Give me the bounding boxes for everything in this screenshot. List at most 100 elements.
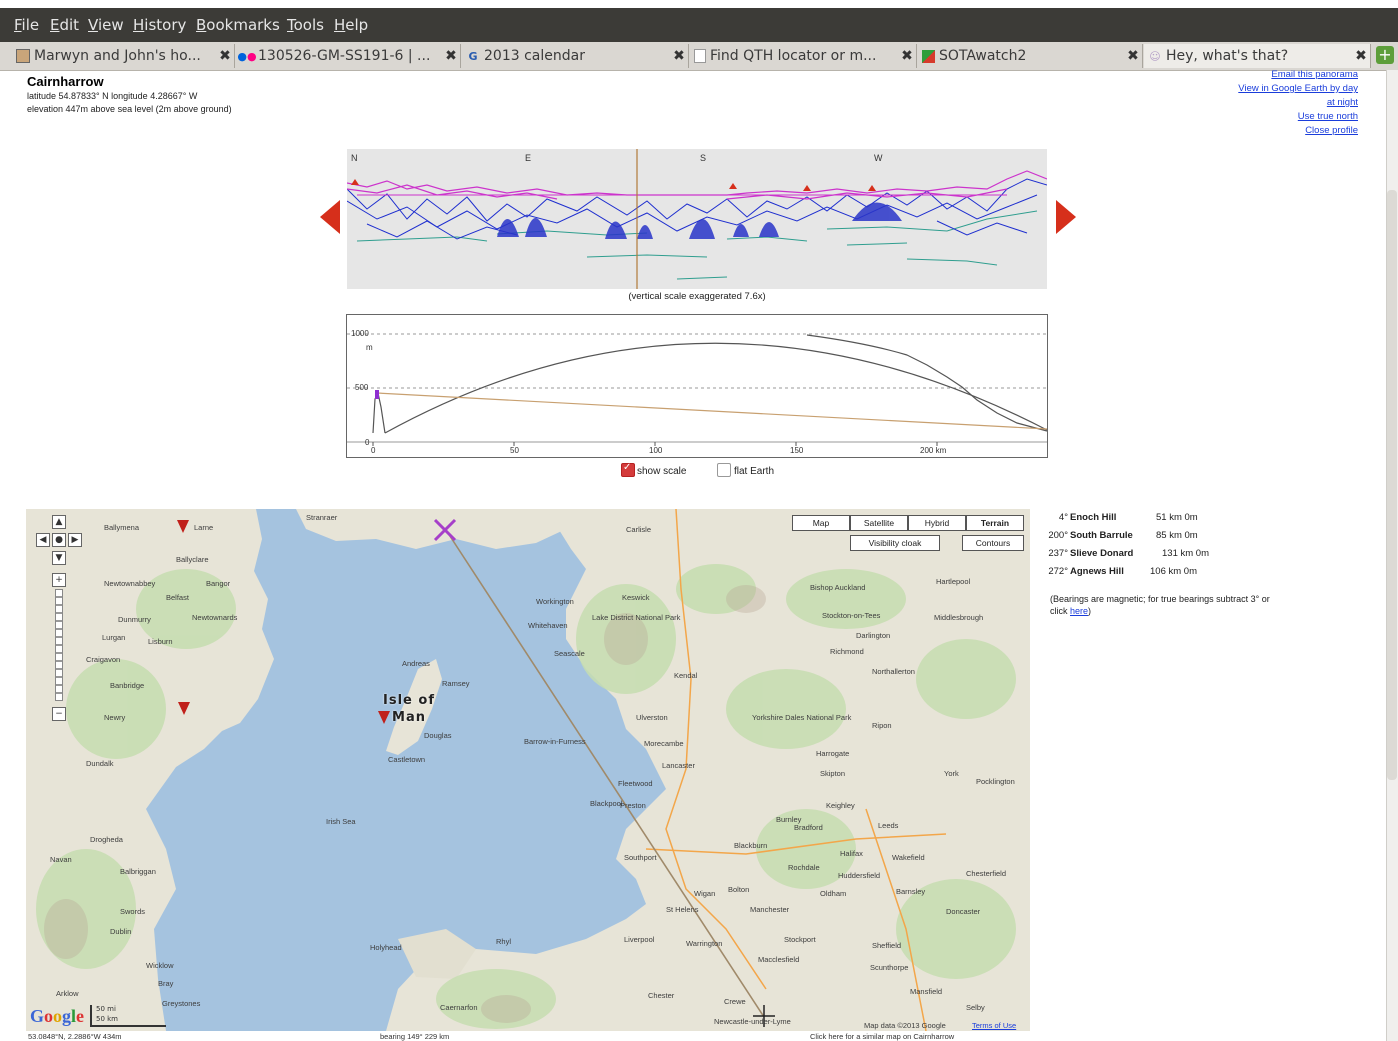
town-label: Caernarfon (440, 1003, 478, 1012)
zoom-in-icon[interactable]: + (52, 573, 66, 587)
close-tab-icon[interactable]: ✖ (898, 48, 916, 64)
email-panorama-link[interactable]: Email this panorama (1271, 69, 1358, 80)
menu-history[interactable]: History (133, 16, 186, 34)
town-label: Selby (966, 1003, 985, 1012)
summit-bearing: 272° (1048, 566, 1068, 577)
menu-edit[interactable]: Edit (50, 16, 79, 34)
summit-distance: 131 km 0m (1162, 548, 1209, 559)
map-type-map[interactable]: Map (792, 515, 850, 531)
close-tab-icon[interactable]: ✖ (216, 48, 234, 64)
panorama-view[interactable]: N E S W (347, 149, 1047, 289)
calendar-icon: G (468, 49, 478, 63)
town-label: Castletown (388, 755, 426, 764)
town-label: Pocklington (976, 777, 1015, 786)
town-label: Bray (158, 979, 174, 988)
pan-left-arrow-icon[interactable] (320, 200, 340, 234)
town-label: Whitehaven (528, 621, 568, 630)
town-label: Oldham (820, 889, 847, 898)
scrollbar-thumb[interactable] (1387, 190, 1397, 780)
tab-marwyn[interactable]: Marwyn and John's ho... ✖ (12, 44, 235, 68)
zoom-out-icon[interactable]: − (52, 707, 66, 721)
pan-right-arrow-icon[interactable] (1056, 200, 1076, 234)
town-label: Darlington (856, 631, 891, 640)
x-tick-label: 200 km (920, 446, 947, 455)
vertical-scale-note: (vertical scale exaggerated 7.6x) (628, 291, 766, 302)
pan-left-icon[interactable]: ◀ (36, 533, 50, 547)
pan-right-icon[interactable]: ▶ (68, 533, 82, 547)
pan-down-icon[interactable]: ▼ (52, 551, 66, 565)
photo-icon (16, 49, 30, 63)
flickr-icon: ● ● (237, 49, 257, 63)
pan-up-icon[interactable]: ▲ (52, 515, 66, 529)
map-type-terrain[interactable]: Terrain (966, 515, 1024, 531)
cursor-bearing: bearing 149° 229 km (380, 1032, 450, 1041)
menu-view[interactable]: View (88, 16, 124, 34)
google-earth-night-link[interactable]: at night (1327, 97, 1358, 108)
summit-distance: 85 km 0m (1156, 530, 1198, 541)
show-scale-checkbox[interactable] (621, 462, 635, 477)
similar-map-link[interactable]: Click here for a similar map on Cairnhar… (810, 1032, 954, 1041)
tab-qth[interactable]: Find QTH locator or m... ✖ (690, 44, 917, 68)
tab-bar: Marwyn and John's ho... ✖ ● ● 130526-GM-S… (0, 42, 1398, 71)
town-label: Navan (50, 855, 72, 864)
tab-calendar[interactable]: G 2013 calendar ✖ (462, 44, 689, 68)
town-label: Ripon (872, 721, 892, 730)
close-profile-link[interactable]: Close profile (1305, 125, 1358, 136)
town-label: Blackburn (734, 841, 768, 850)
menu-help[interactable]: Help (334, 16, 368, 34)
town-label: Chesterfield (966, 869, 1007, 878)
town-label: Rhyl (496, 937, 512, 946)
town-label: Wakefield (892, 853, 925, 862)
town-label: Belfast (166, 593, 189, 602)
flat-earth-checkbox[interactable] (717, 463, 731, 477)
summit-row[interactable]: 4° Enoch Hill 51 km 0m (1040, 512, 1240, 526)
x-tick-label: 0 (371, 446, 376, 455)
visibility-cloak-toggle[interactable]: Visibility cloak (850, 535, 940, 551)
summit-name: South Barrule (1070, 530, 1133, 541)
close-tab-icon[interactable]: ✖ (1124, 48, 1142, 64)
town-label: Stranraer (306, 513, 338, 522)
pan-center-icon[interactable]: ● (52, 533, 66, 547)
terrain-map[interactable]: ▲ ◀ ● ▶ ▼ + − Map Satellite Hybrid Terra… (26, 509, 1030, 1031)
new-tab-button[interactable]: + (1376, 46, 1394, 64)
contours-toggle[interactable]: Contours (962, 535, 1024, 551)
town-label: Swords (120, 907, 146, 916)
town-label: Richmond (830, 647, 864, 656)
location-elevation: elevation 447m above sea level (2m above… (27, 104, 232, 114)
google-earth-day-link[interactable]: View in Google Earth by day (1238, 83, 1358, 94)
google-logo: Google (30, 1006, 85, 1026)
true-north-link[interactable]: Use true north (1298, 111, 1358, 122)
town-label: Greystones (162, 999, 201, 1008)
tab-sotawatch[interactable]: SOTAwatch2 ✖ (918, 44, 1143, 68)
page-icon (694, 49, 706, 63)
town-label: Dundalk (86, 759, 114, 768)
town-label: Newry (104, 713, 126, 722)
map-type-hybrid[interactable]: Hybrid (908, 515, 966, 531)
summit-row[interactable]: 272° Agnews Hill 106 km 0m (1040, 566, 1240, 580)
menu-tools[interactable]: Tools (287, 16, 324, 34)
menu-file[interactable]: File (14, 16, 39, 34)
menu-bookmarks[interactable]: Bookmarks (196, 16, 280, 34)
summit-row[interactable]: 200° South Barrule 85 km 0m (1040, 530, 1240, 544)
summit-row[interactable]: 237° Slieve Donard 131 km 0m (1040, 548, 1240, 562)
town-label: Seascale (554, 649, 585, 658)
town-label: Manchester (750, 905, 790, 914)
zoom-slider[interactable] (55, 589, 63, 701)
map-type-satellite[interactable]: Satellite (850, 515, 908, 531)
close-tab-icon[interactable]: ✖ (670, 48, 688, 64)
show-scale-label: show scale (637, 466, 687, 477)
town-label: Andreas (402, 659, 430, 668)
summit-bearing: 237° (1048, 548, 1068, 559)
town-label: Yorkshire Dales National Park (752, 713, 852, 722)
summit-bearing: 200° (1048, 530, 1068, 541)
tab-hey-whats-that[interactable]: ☺ Hey, what's that? ✖ (1144, 44, 1371, 68)
close-tab-icon[interactable]: ✖ (1352, 48, 1370, 64)
town-label: Wigan (694, 889, 716, 898)
summit-distance: 51 km 0m (1156, 512, 1198, 523)
close-tab-icon[interactable]: ✖ (442, 48, 460, 64)
tab-flickr[interactable]: ● ● 130526-GM-SS191-6 | ... ✖ (236, 44, 461, 68)
town-label: Lisburn (148, 637, 173, 646)
true-bearing-link[interactable]: here (1070, 606, 1088, 616)
terms-of-use-link[interactable]: Terms of Use (972, 1021, 1016, 1030)
town-label: Irish Sea (326, 817, 356, 826)
